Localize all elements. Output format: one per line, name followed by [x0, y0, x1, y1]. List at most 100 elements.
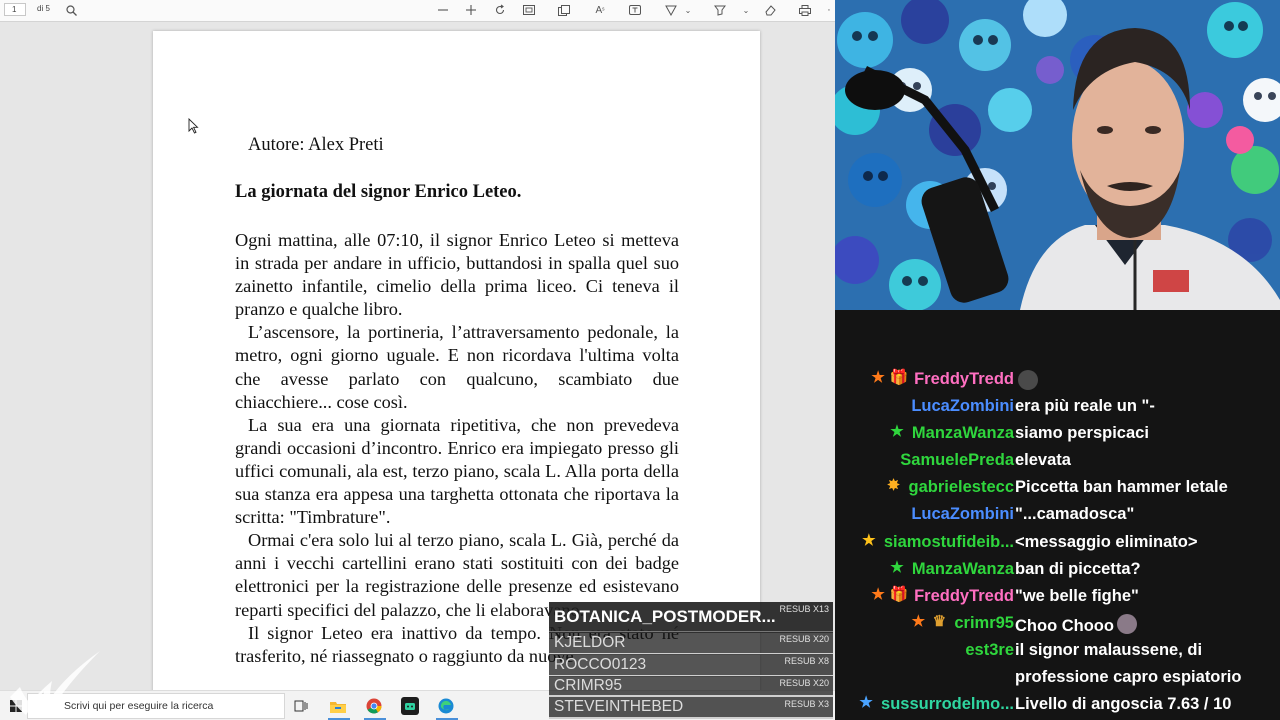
chat-text: "...camadosca" [1015, 505, 1135, 523]
resub-name: STEVEINTHEBED [554, 698, 684, 715]
star-orange-badge-icon: ★ [871, 586, 885, 603]
chat-message: ★ 🎁 FreddyTredd "we belle fighe" [835, 583, 1280, 609]
chat-text [1015, 370, 1038, 392]
chat-text: professione capro espiatorio [1015, 668, 1242, 686]
chat-badges: ★ [860, 531, 878, 551]
chat-text: Livello di angoscia 7.63 / 10 [1015, 695, 1232, 713]
chat-message: ★ 🎁 FreddyTredd [835, 366, 1280, 392]
channel-watermark-logo [10, 651, 100, 715]
rotate-icon[interactable] [492, 2, 508, 18]
chevron-down-icon[interactable]: ⌄ [683, 2, 693, 18]
chat-text: "we belle fighe" [1015, 587, 1139, 605]
chat-message: ✸ gabrielestecc Piccetta ban hammer letale [835, 474, 1280, 500]
chat-text: Piccetta ban hammer letale [1015, 478, 1228, 496]
erase-icon[interactable] [762, 2, 778, 18]
chat-message: ★ ManzaWanza siamo perspicaci [835, 420, 1280, 446]
chat-username[interactable]: siamostufideib... [884, 533, 1014, 552]
resub-name: BOTANICA_POSTMODER... [554, 607, 776, 626]
chat-username[interactable]: gabrielestecc [909, 478, 1014, 497]
resub-count: RESUB X13 [779, 604, 829, 614]
chat-text: era più reale un "- [1015, 397, 1155, 415]
chat-text: il signor malaussene, di [1015, 641, 1203, 659]
chat-username[interactable]: sussurrodelmo... [881, 695, 1014, 714]
twitch-chat: ★ 🎁 FreddyTredd LucaZombini era più reale un… [835, 310, 1280, 720]
chat-badges: ★ 🎁 [869, 585, 908, 605]
chat-badges: ★ ♛ [909, 612, 948, 632]
resub-alert-main: BOTANICA_POSTMODER... RESUB X13 [549, 602, 833, 633]
task-view-icon[interactable] [292, 697, 310, 715]
star-orange-badge-icon: ★ [911, 613, 926, 630]
draw-icon[interactable] [663, 2, 679, 18]
chat-badges: ★ [888, 422, 906, 442]
chat-text: siamo perspicaci [1015, 424, 1149, 442]
streamer-webcam-image [835, 0, 1280, 310]
more-icon[interactable]: · [825, 2, 833, 18]
star-green-badge-icon: ★ [890, 559, 904, 576]
resub-count: RESUB X3 [784, 699, 829, 709]
chat-username[interactable]: ManzaWanza [912, 560, 1014, 579]
chat-message: ★ ManzaWanza ban di piccetta? [835, 556, 1280, 582]
pdf-toolbar: 1 di 5 Aˢ ⌄ ⌄ · [0, 0, 835, 22]
zoom-out-icon[interactable] [435, 2, 451, 18]
chat-username[interactable]: crimr95 [954, 614, 1014, 633]
highlight-icon[interactable] [712, 2, 728, 18]
chat-username[interactable]: SamuelePreda [900, 451, 1014, 470]
document-author: Autore: Alex Preti [248, 135, 384, 155]
chat-message: LucaZombini era più reale un "- [835, 393, 1280, 419]
star-green-badge-icon: ★ [890, 423, 904, 440]
chat-badges: ★ [888, 558, 906, 578]
star-blue-badge-icon: ★ [859, 694, 873, 711]
chat-message: LucaZombini "...camadosca" [835, 501, 1280, 527]
zoom-in-icon[interactable] [463, 2, 479, 18]
edge-icon[interactable] [437, 697, 455, 715]
app-icon[interactable] [401, 697, 419, 715]
chrome-icon[interactable] [365, 697, 383, 715]
chat-username[interactable]: LucaZombini [911, 397, 1014, 416]
chevron-down-icon[interactable]: ⌄ [741, 2, 751, 18]
chat-username[interactable]: FreddyTredd [914, 587, 1014, 606]
paragraph: La sua era una giornata ripetitiva, che … [235, 414, 679, 528]
train-emote-icon [1116, 614, 1137, 634]
chat-badges: ★ [857, 693, 875, 713]
read-aloud-icon[interactable]: Aˢ [592, 2, 608, 18]
search-icon[interactable] [63, 2, 79, 18]
gift-badge-icon: 🎁 [889, 369, 909, 386]
text-box-icon[interactable] [627, 2, 643, 18]
crown-badge-icon: ♛ [932, 613, 947, 630]
resub-name: KJELDOR [554, 634, 626, 651]
page-number-input[interactable]: 1 [4, 3, 26, 16]
chat-username[interactable]: FreddyTredd [914, 370, 1014, 389]
resub-alert: STEVEINTHEBED RESUB X3 [549, 697, 833, 719]
chat-message: SamuelePreda elevata [835, 447, 1280, 473]
star-orange-badge-icon: ★ [871, 369, 885, 386]
star-yellow-badge-icon: ★ [862, 532, 876, 549]
chat-text: elevata [1015, 451, 1071, 469]
chat-text: Choo Chooo [1015, 614, 1137, 636]
chat-badges: ★ 🎁 [869, 368, 908, 388]
document-title: La giornata del signor Enrico Leteo. [235, 182, 522, 202]
file-explorer-icon[interactable] [329, 697, 347, 715]
chat-text: ban di piccetta? [1015, 560, 1141, 578]
resub-count: RESUB X20 [779, 678, 829, 688]
fit-page-icon[interactable] [521, 2, 537, 18]
resub-name: ROCCO0123 [554, 656, 647, 673]
resub-alert: CRIMR95 RESUB X20 [549, 676, 833, 697]
chat-text: <messaggio eliminato> [1015, 533, 1198, 551]
burst-badge-icon: ✸ [887, 477, 900, 494]
resub-count: RESUB X20 [779, 634, 829, 644]
print-icon[interactable] [797, 2, 813, 18]
resub-alert: KJELDOR RESUB X20 [549, 632, 833, 655]
webcam-feed [835, 0, 1280, 310]
chat-message: ★ sussurrodelmo... Livello di angoscia 7.6… [835, 691, 1280, 717]
chat-username[interactable]: LucaZombini [911, 505, 1014, 524]
chat-username[interactable]: est3re [965, 641, 1014, 660]
sunglasses-emote-icon [1018, 370, 1038, 390]
chat-message: professione capro espiatorio [835, 664, 1280, 690]
page-view-icon[interactable] [556, 2, 572, 18]
mouse-cursor-icon [188, 118, 199, 134]
chat-username[interactable]: ManzaWanza [912, 424, 1014, 443]
paragraph: Ogni mattina, alle 07:10, il signor Enri… [235, 230, 679, 320]
chat-message: ★ ♛ crimr95 Choo Chooo [835, 610, 1280, 636]
resub-name: CRIMR95 [554, 677, 623, 694]
gift-badge-icon: 🎁 [889, 586, 909, 603]
